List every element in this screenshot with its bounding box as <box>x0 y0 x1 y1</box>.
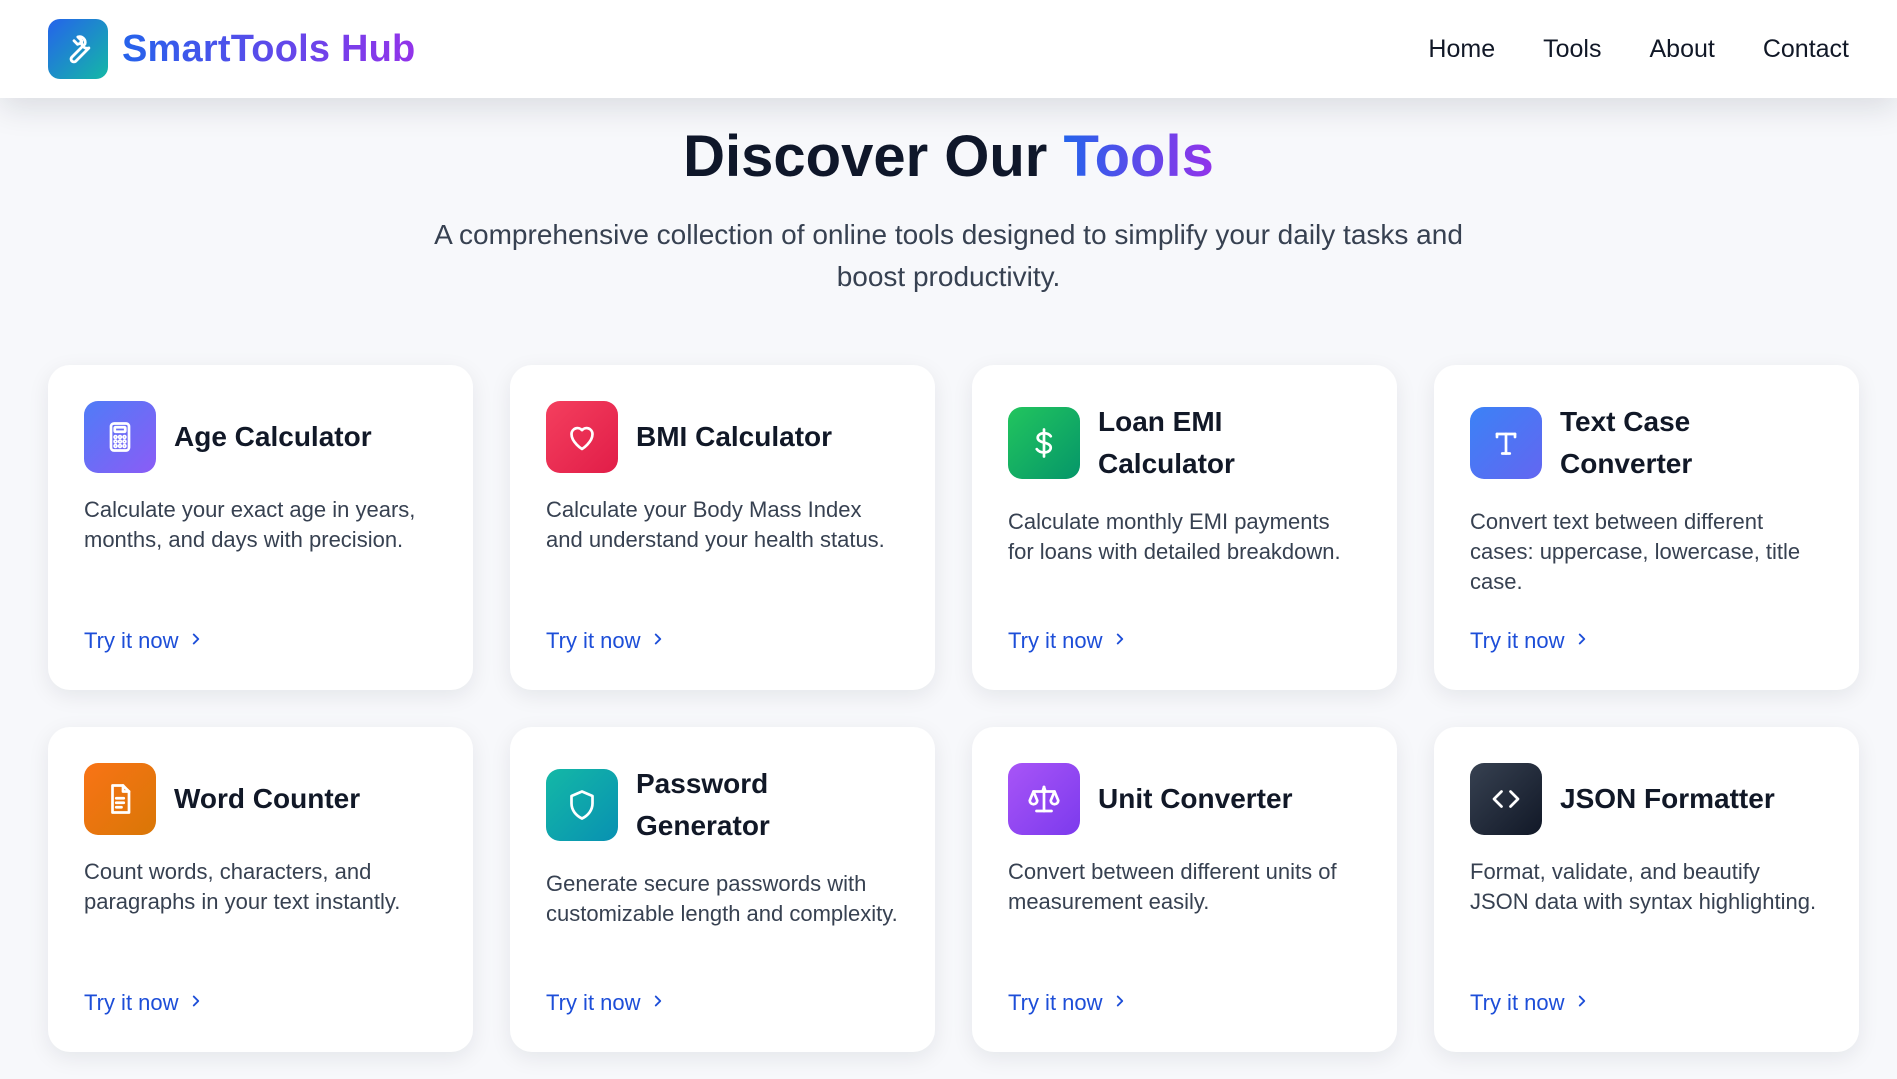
wrench-icon <box>48 19 108 79</box>
tool-card-description: Convert between different units of measu… <box>1008 859 1337 914</box>
page-title-accent: Tools <box>1063 124 1214 189</box>
site-header: SmartTools Hub Home Tools About Contact <box>0 0 1897 98</box>
try-it-now-label: Try it now <box>1008 628 1103 653</box>
tool-card-header: Word Counter <box>84 763 437 835</box>
page-subtitle: A comprehensive collection of online too… <box>434 218 1463 292</box>
try-it-now-link[interactable]: Try it now <box>546 990 667 1016</box>
code-brackets-icon <box>1470 763 1542 835</box>
tool-card-header: Age Calculator <box>84 401 437 473</box>
try-it-now-link[interactable]: Try it now <box>546 628 667 654</box>
tool-card-title: Age Calculator <box>174 421 372 452</box>
hero-section: Discover Our Tools A comprehensive colle… <box>0 98 1897 298</box>
tool-card-description: Count words, characters, and paragraphs … <box>84 859 401 914</box>
tool-card-header: Unit Converter <box>1008 763 1361 835</box>
main-nav: Home Tools About Contact <box>1428 35 1849 64</box>
tool-card-title: Unit Converter <box>1098 783 1293 814</box>
tool-card-5[interactable]: Word Counter Count words, characters, an… <box>48 727 473 1052</box>
tool-card-description: Calculate your Body Mass Index and under… <box>546 497 885 552</box>
tool-card-header: BMI Calculator <box>546 401 899 473</box>
tool-card-title: Word Counter <box>174 783 361 814</box>
tool-card-header: Password Generator <box>546 763 899 847</box>
try-it-now-label: Try it now <box>84 628 179 653</box>
tool-card-title: JSON Formatter <box>1560 783 1775 814</box>
try-it-now-link[interactable]: Try it now <box>1470 628 1591 654</box>
nav-contact[interactable]: Contact <box>1763 35 1849 64</box>
tool-card-4[interactable]: Text Case Converter Convert text between… <box>1434 365 1859 690</box>
page-title-main: Discover Our <box>683 124 1064 189</box>
tool-card-header: Loan EMI Calculator <box>1008 401 1361 485</box>
scale-icon <box>1008 763 1080 835</box>
try-it-now-label: Try it now <box>546 628 641 653</box>
tool-card-8[interactable]: JSON Formatter Format, validate, and bea… <box>1434 727 1859 1052</box>
tools-grid: Age Calculator Calculate your exact age … <box>48 365 1860 1052</box>
chevron-right-icon <box>649 628 667 654</box>
shield-icon <box>546 769 618 841</box>
tool-card-header: JSON Formatter <box>1470 763 1823 835</box>
try-it-now-label: Try it now <box>1008 990 1103 1015</box>
tool-card-7[interactable]: Unit Converter Convert between different… <box>972 727 1397 1052</box>
chevron-right-icon <box>649 990 667 1016</box>
chevron-right-icon <box>1573 628 1591 654</box>
tool-card-3[interactable]: Loan EMI Calculator Calculate monthly EM… <box>972 365 1397 690</box>
text-t-icon <box>1470 407 1542 479</box>
chevron-right-icon <box>1573 990 1591 1016</box>
tool-card-1[interactable]: Age Calculator Calculate your exact age … <box>48 365 473 690</box>
chevron-right-icon <box>187 990 205 1016</box>
chevron-right-icon <box>187 628 205 654</box>
tool-card-header: Text Case Converter <box>1470 401 1823 485</box>
tool-card-6[interactable]: Password Generator Generate secure passw… <box>510 727 935 1052</box>
tool-card-title: Password Generator <box>636 768 770 841</box>
try-it-now-link[interactable]: Try it now <box>1470 990 1591 1016</box>
try-it-now-link[interactable]: Try it now <box>1008 990 1129 1016</box>
try-it-now-link[interactable]: Try it now <box>84 990 205 1016</box>
try-it-now-label: Try it now <box>84 990 179 1015</box>
tool-card-description: Format, validate, and beautify JSON data… <box>1470 859 1817 914</box>
nav-about[interactable]: About <box>1649 35 1714 64</box>
try-it-now-label: Try it now <box>546 990 641 1015</box>
document-icon <box>84 763 156 835</box>
page-title: Discover Our Tools <box>0 122 1897 192</box>
try-it-now-label: Try it now <box>1470 990 1565 1015</box>
tool-card-2[interactable]: BMI Calculator Calculate your Body Mass … <box>510 365 935 690</box>
calculator-icon <box>84 401 156 473</box>
tool-card-description: Calculate monthly EMI payments for loans… <box>1008 509 1341 564</box>
tool-card-title: BMI Calculator <box>636 421 833 452</box>
tool-card-title: Text Case Converter <box>1560 406 1693 479</box>
chevron-right-icon <box>1111 990 1129 1016</box>
tool-card-title: Loan EMI Calculator <box>1098 406 1235 479</box>
try-it-now-link[interactable]: Try it now <box>84 628 205 654</box>
try-it-now-label: Try it now <box>1470 628 1565 653</box>
brand-name: SmartTools Hub <box>122 27 416 70</box>
tool-card-description: Convert text between different cases: up… <box>1470 509 1801 594</box>
try-it-now-link[interactable]: Try it now <box>1008 628 1129 654</box>
nav-home[interactable]: Home <box>1428 35 1495 64</box>
nav-tools[interactable]: Tools <box>1543 35 1601 64</box>
tool-card-description: Calculate your exact age in years, month… <box>84 497 416 552</box>
brand[interactable]: SmartTools Hub <box>48 19 415 79</box>
dollar-icon <box>1008 407 1080 479</box>
tool-card-description: Generate secure passwords with customiza… <box>546 871 898 926</box>
heart-icon <box>546 401 618 473</box>
chevron-right-icon <box>1111 628 1129 654</box>
